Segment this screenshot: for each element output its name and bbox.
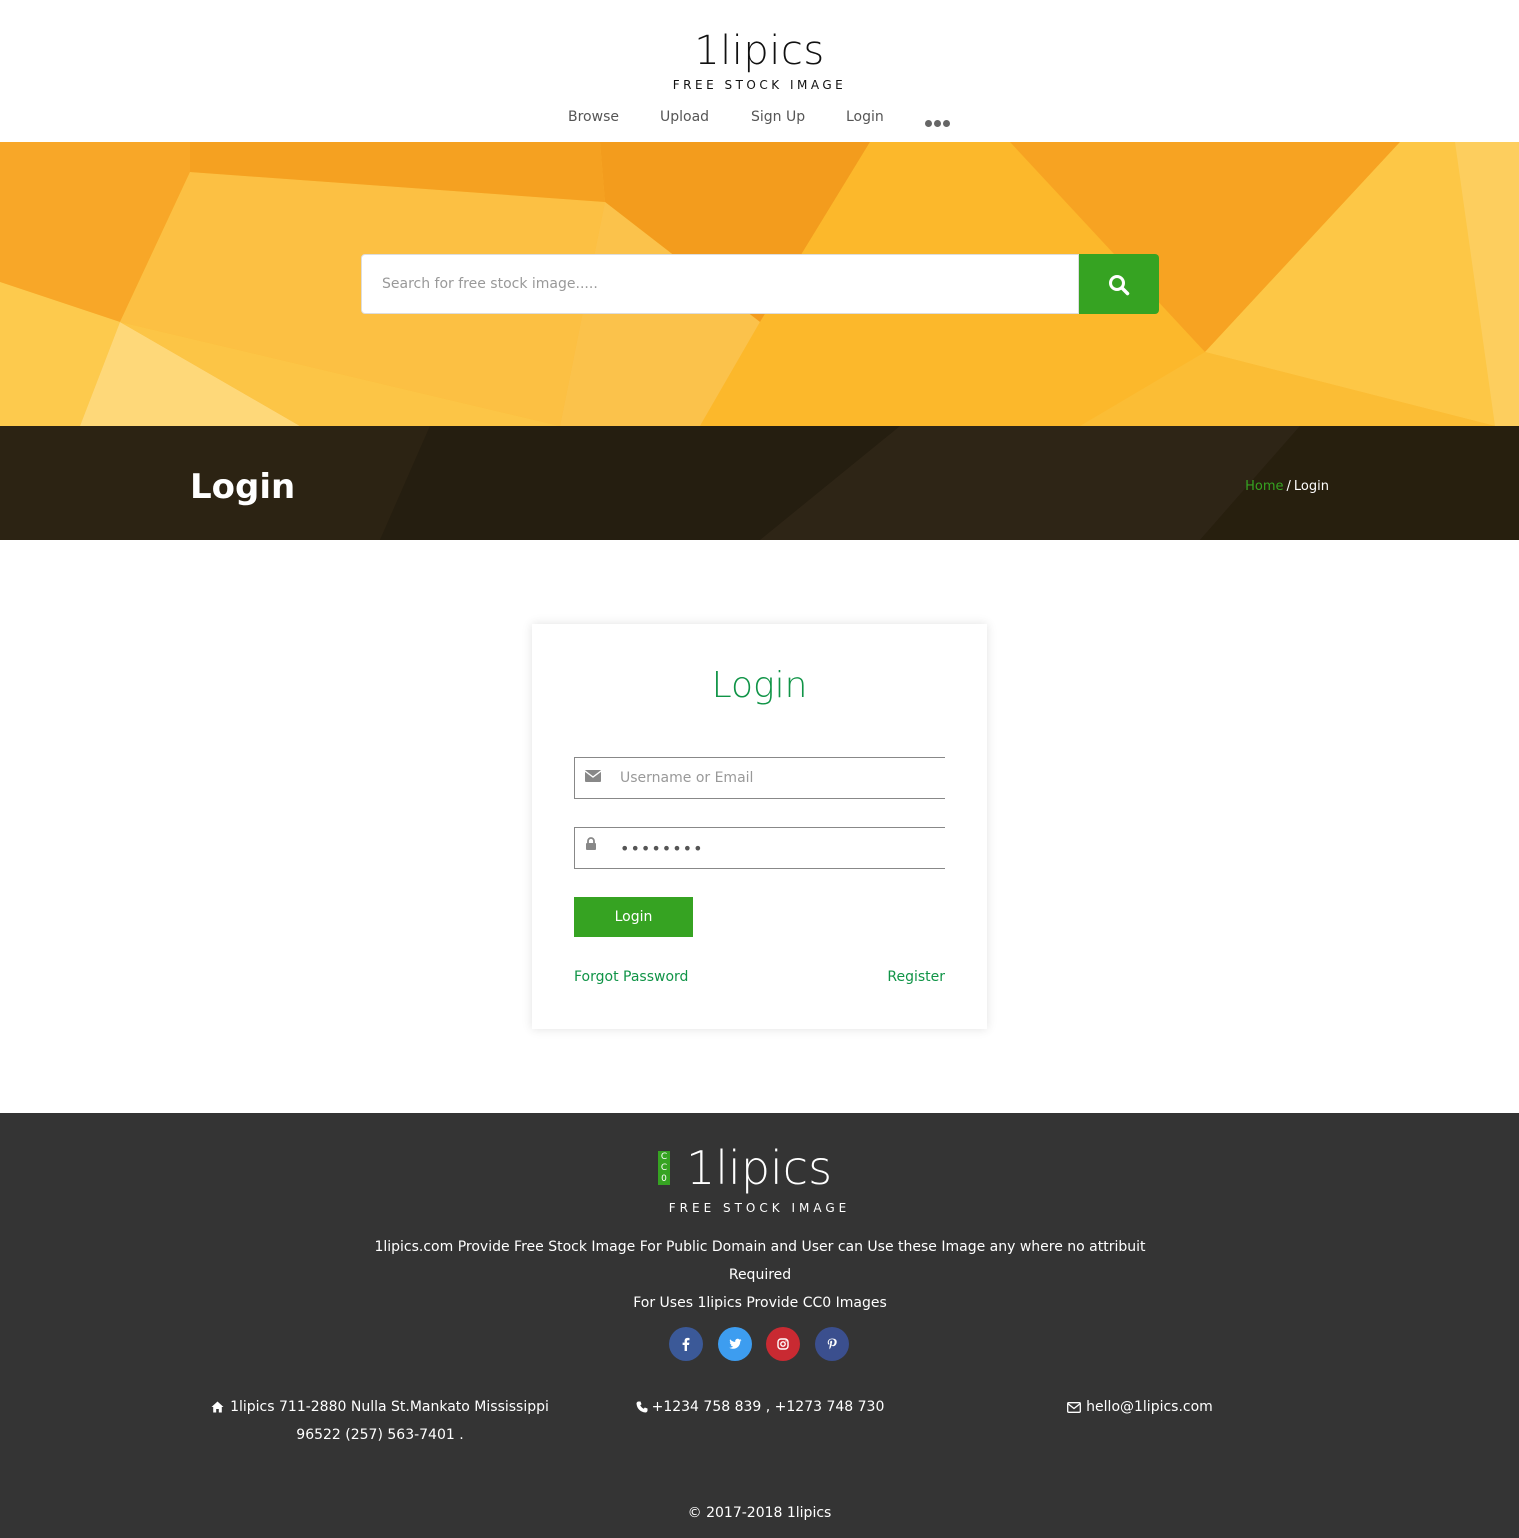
address-line2: 96522 (257) 563-7401 . <box>296 1427 464 1443</box>
search-input[interactable] <box>361 254 1079 314</box>
phone-numbers[interactable]: +1234 758 839 , +1273 748 730 <box>652 1399 885 1415</box>
username-field <box>574 757 945 799</box>
nav-login[interactable]: Login <box>846 106 884 128</box>
home-icon <box>211 1401 224 1413</box>
lock-icon <box>586 837 596 850</box>
nav-upload[interactable]: Upload <box>660 106 709 128</box>
facebook-button[interactable] <box>669 1327 703 1361</box>
footer-tagline: FREE STOCK IMAGE <box>668 1201 851 1215</box>
page-title-bar: Login Home / Login <box>0 426 1519 540</box>
username-input[interactable] <box>610 758 940 798</box>
pinterest-button[interactable] <box>815 1327 849 1361</box>
pinterest-icon <box>827 1338 837 1350</box>
footer-description-line2: For Uses 1lipics Provide CC0 Images <box>633 1295 887 1311</box>
site-tagline: FREE STOCK IMAGE <box>672 78 847 92</box>
site-header: 1lipics FREE STOCK IMAGE Browse Upload S… <box>0 0 1519 142</box>
password-input[interactable] <box>610 828 940 868</box>
breadcrumb-current: Login <box>1293 479 1329 494</box>
page-title: Login <box>190 467 296 507</box>
nav-browse[interactable]: Browse <box>568 106 619 128</box>
address-line1: 1lipics 711-2880 Nulla St.Mankato Missis… <box>230 1399 549 1415</box>
site-logo[interactable]: 1lipics <box>0 26 1519 76</box>
envelope-icon <box>1067 1401 1082 1413</box>
envelope-icon <box>585 770 601 782</box>
instagram-icon <box>777 1338 789 1350</box>
hero-banner <box>0 142 1519 426</box>
login-submit-button[interactable]: Login <box>574 897 693 937</box>
twitter-icon <box>729 1338 742 1349</box>
search-bar <box>361 254 1159 314</box>
breadcrumb: Home / Login <box>1245 478 1329 496</box>
phone-icon <box>636 1401 648 1413</box>
footer-email: hello@1lipics.com <box>1040 1393 1240 1421</box>
login-card: Login Login Forgot Password Register <box>532 624 987 1029</box>
nav-sign-up[interactable]: Sign Up <box>751 106 805 128</box>
footer-description-line1: 1lipics.com Provide Free Stock Image For… <box>374 1239 1146 1283</box>
copyright: © 2017-2018 1lipics <box>687 1505 832 1521</box>
search-button[interactable] <box>1079 254 1159 314</box>
breadcrumb-home[interactable]: Home <box>1245 479 1283 494</box>
facebook-icon <box>682 1337 690 1351</box>
twitter-button[interactable] <box>718 1327 752 1361</box>
footer-description: 1lipics.com Provide Free Stock Image For… <box>360 1233 1160 1317</box>
footer-logo[interactable]: 1lipics <box>686 1141 832 1195</box>
cc0-badge: CC0 <box>658 1151 670 1185</box>
breadcrumb-separator: / <box>1286 479 1291 494</box>
email-address[interactable]: hello@1lipics.com <box>1086 1399 1213 1415</box>
forgot-password-link[interactable]: Forgot Password <box>574 967 688 987</box>
password-field <box>574 827 945 869</box>
footer-address: 1lipics 711-2880 Nulla St.Mankato Missis… <box>210 1393 550 1449</box>
register-link[interactable]: Register <box>887 967 945 987</box>
search-icon <box>1109 275 1130 296</box>
ellipsis-icon[interactable] <box>925 112 953 127</box>
footer-phone: +1234 758 839 , +1273 748 730 <box>620 1393 900 1421</box>
instagram-button[interactable] <box>766 1327 800 1361</box>
login-title: Login <box>711 665 808 706</box>
main-nav: Browse Upload Sign Up Login <box>0 106 1519 130</box>
site-footer: CC0 1lipics FREE STOCK IMAGE 1lipics.com… <box>0 1113 1519 1538</box>
